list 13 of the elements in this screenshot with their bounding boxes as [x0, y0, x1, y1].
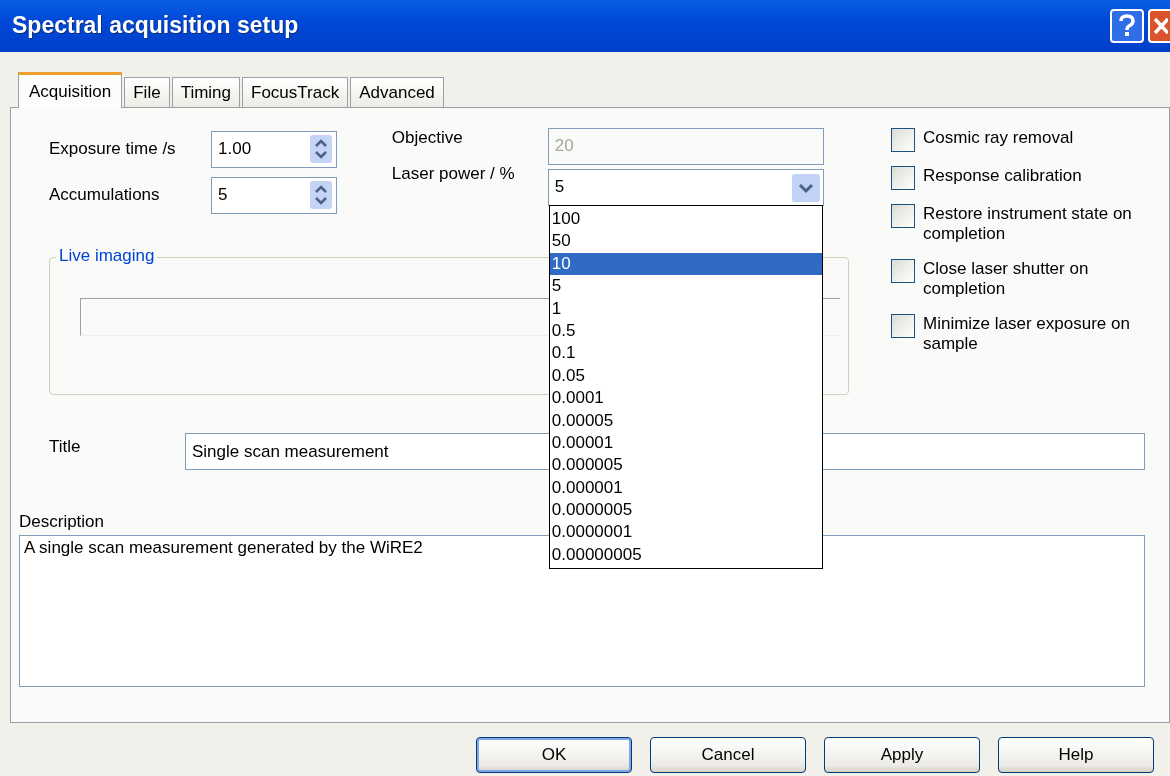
- checkbox-label: Response calibration: [923, 166, 1083, 187]
- checkbox-label: Minimize laser exposure on sample: [923, 313, 1131, 355]
- checkbox-label: Restore instrument state on completion: [923, 204, 1133, 245]
- field-label: Objective: [391, 128, 464, 149]
- field-label: Title: [49, 436, 82, 458]
- checkbox-label: Cosmic ray removal: [923, 128, 1075, 149]
- field-label: Exposure time /s: [49, 138, 177, 160]
- checkbox-label: Close laser shutter on completion: [923, 258, 1090, 300]
- field-label: Description: [19, 512, 105, 532]
- field-label: Accumulations: [49, 184, 161, 206]
- group-title: Live imaging: [56, 246, 158, 267]
- field-label: Laser power / %: [391, 164, 516, 185]
- window-title: Spectral acquisition setup: [12, 12, 299, 40]
